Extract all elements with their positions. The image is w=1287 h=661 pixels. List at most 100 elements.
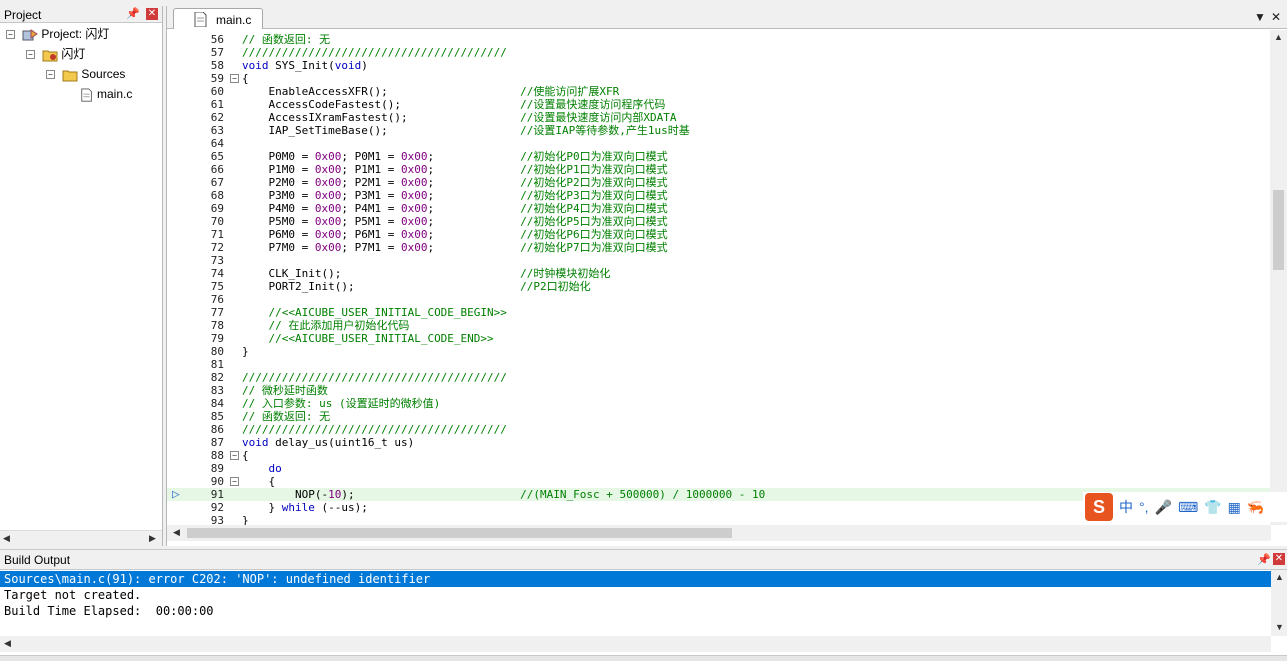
ime-punctuation-icon[interactable]: °,	[1139, 499, 1149, 515]
build-message-error[interactable]: Sources\main.c(91): error C202: 'NOP': u…	[0, 571, 1271, 587]
code-line[interactable]: 59−{	[167, 72, 1271, 85]
code-line[interactable]: 56 // 函数返回: 无	[167, 33, 1271, 46]
code-line[interactable]: 71 P6M0 = 0x00; P6M1 = 0x00; //初始化P6口为准双…	[167, 228, 1271, 241]
ime-chinese-mode-icon[interactable]: 中	[1119, 497, 1133, 517]
collapse-icon[interactable]: −	[26, 50, 35, 60]
scroll-left-icon[interactable]: ◀	[173, 527, 180, 538]
pin-icon[interactable]: 📌	[126, 7, 140, 20]
code-line[interactable]: 90− {	[167, 475, 1271, 488]
line-number: 87	[210, 436, 224, 449]
code-line[interactable]: 77 //<<AICUBE_USER_INITIAL_CODE_BEGIN>>	[167, 306, 1271, 319]
scroll-down-icon[interactable]: ▼	[1275, 622, 1284, 632]
build-vertical-scrollbar[interactable]: ▲ ▼	[1271, 570, 1287, 636]
project-horizontal-scrollbar[interactable]: ◀ ▶	[0, 530, 162, 546]
scrollbar-thumb[interactable]	[187, 528, 732, 538]
code-line[interactable]: 68 P3M0 = 0x00; P3M1 = 0x00; //初始化P3口为准双…	[167, 189, 1271, 202]
scrollbar-thumb[interactable]	[1273, 190, 1284, 270]
close-icon[interactable]: ✕	[1273, 553, 1285, 565]
line-number: 81	[210, 358, 224, 371]
code-line[interactable]: 65 P0M0 = 0x00; P0M1 = 0x00; //初始化P0口为准双…	[167, 150, 1271, 163]
code-line[interactable]: 61 AccessCodeFastest(); //设置最快速度访问程序代码	[167, 98, 1271, 111]
code-line[interactable]: 64	[167, 137, 1271, 150]
tree-item-main-c[interactable]: main.c	[80, 85, 132, 103]
code-line[interactable]: 83 // 微秒延时函数	[167, 384, 1271, 397]
line-number: 58	[210, 59, 224, 72]
code-line[interactable]: 63 IAP_SetTimeBase(); //设置IAP等待参数,产生1us时…	[167, 124, 1271, 137]
tree-item-project[interactable]: − Project: 闪灯	[6, 25, 109, 43]
code-line[interactable]: 58 void SYS_Init(void)	[167, 59, 1271, 72]
scroll-right-icon[interactable]: ▶	[149, 533, 156, 544]
code-line[interactable]: 72 P7M0 = 0x00; P7M1 = 0x00; //初始化P7口为准双…	[167, 241, 1271, 254]
collapse-icon[interactable]: −	[6, 30, 15, 40]
skin-icon[interactable]: 👕	[1204, 499, 1221, 516]
fold-toggle-icon[interactable]: −	[230, 451, 239, 460]
code-line[interactable]: 75 PORT2_Init(); //P2口初始化	[167, 280, 1271, 293]
code-line[interactable]: 78 // 在此添加用户初始化代码	[167, 319, 1271, 332]
code-line[interactable]: 82 //////////////////////////////////////…	[167, 371, 1271, 384]
close-tab-icon[interactable]: ✕	[1271, 10, 1281, 24]
mascot-icon[interactable]: 🦐	[1247, 499, 1264, 516]
code-text: CLK_Init(); //时钟模块初始化	[242, 267, 611, 280]
code-text: // 微秒延时函数	[242, 384, 328, 397]
toolbox-icon[interactable]: ▦	[1228, 499, 1241, 516]
code-line[interactable]: 73	[167, 254, 1271, 267]
tab-main-c[interactable]: main.c	[173, 8, 263, 29]
code-line[interactable]: 80}	[167, 345, 1271, 358]
build-message[interactable]: Build Time Elapsed: 00:00:00	[0, 603, 1271, 619]
build-output-header: Build Output 📌 ✕	[0, 549, 1287, 568]
code-editor[interactable]: main.c ▼ ✕ 56 // 函数返回: 无 57 ///////////////…	[166, 6, 1287, 546]
keyboard-icon[interactable]: ⌨	[1178, 499, 1198, 516]
code-line[interactable]: 70 P5M0 = 0x00; P5M1 = 0x00; //初始化P5口为准双…	[167, 215, 1271, 228]
microphone-icon[interactable]: 🎤	[1155, 499, 1172, 516]
code-text: NOP(-10); //(MAIN_Fosc + 500000) / 10000…	[242, 488, 766, 501]
fold-toggle-icon[interactable]: −	[230, 74, 239, 83]
collapse-icon[interactable]: −	[46, 70, 55, 80]
code-line[interactable]: 87 void delay_us(uint16_t us)	[167, 436, 1271, 449]
line-number: 75	[210, 280, 224, 293]
pin-icon[interactable]: 📌	[1257, 553, 1271, 566]
line-number: 84	[210, 397, 224, 410]
line-number: 60	[210, 85, 224, 98]
code-line[interactable]: 76	[167, 293, 1271, 306]
code-text: }	[242, 345, 249, 358]
scroll-up-icon[interactable]: ▲	[1275, 572, 1284, 582]
tab-list-dropdown-icon[interactable]: ▼	[1254, 10, 1266, 24]
code-text: P1M0 = 0x00; P1M1 = 0x00; //初始化P1口为准双向口模…	[242, 163, 668, 176]
build-output-panel[interactable]: Sources\main.c(91): error C202: 'NOP': u…	[0, 569, 1287, 656]
line-number: 78	[210, 319, 224, 332]
code-line[interactable]: 84 // 入口参数: us (设置延时的微秒值)	[167, 397, 1271, 410]
scroll-left-icon[interactable]: ◀	[4, 638, 11, 649]
tree-item-target[interactable]: − 闪灯	[26, 45, 85, 63]
close-icon[interactable]: ✕	[146, 8, 158, 20]
editor-tab-bar: main.c ▼ ✕	[167, 6, 1287, 29]
editor-vertical-scrollbar[interactable]: ▲	[1270, 30, 1287, 525]
line-number: 56	[210, 33, 224, 46]
code-line[interactable]: 88−{	[167, 449, 1271, 462]
code-line[interactable]: 79 //<<AICUBE_USER_INITIAL_CODE_END>>	[167, 332, 1271, 345]
line-number: 76	[210, 293, 224, 306]
tree-item-sources[interactable]: − Sources	[46, 65, 125, 83]
scroll-up-icon[interactable]: ▲	[1274, 32, 1283, 42]
build-message[interactable]: Target not created.	[0, 587, 1271, 603]
code-line[interactable]: 60 EnableAccessXFR(); //使能访问扩展XFR	[167, 85, 1271, 98]
code-text: // 在此添加用户初始化代码	[268, 319, 410, 332]
code-line[interactable]: 66 P1M0 = 0x00; P1M1 = 0x00; //初始化P1口为准双…	[167, 163, 1271, 176]
code-area[interactable]: 56 // 函数返回: 无 57 //////////////////////////…	[167, 30, 1271, 525]
project-panel: Project 📌 ✕ − Project: 闪灯 − 闪灯 − Sources…	[0, 6, 163, 546]
sogou-logo-icon[interactable]: S	[1085, 493, 1113, 521]
code-line[interactable]: 85 // 函数返回: 无	[167, 410, 1271, 423]
tree-item-label: Sources	[81, 67, 126, 81]
scroll-left-icon[interactable]: ◀	[3, 533, 10, 544]
code-line[interactable]: 67 P2M0 = 0x00; P2M1 = 0x00; //初始化P2口为准双…	[167, 176, 1271, 189]
code-line[interactable]: 69 P4M0 = 0x00; P4M1 = 0x00; //初始化P4口为准双…	[167, 202, 1271, 215]
editor-horizontal-scrollbar[interactable]: ◀	[167, 525, 1271, 541]
code-line[interactable]: 86 //////////////////////////////////////…	[167, 423, 1271, 436]
line-number: 57	[210, 46, 224, 59]
code-line[interactable]: 74 CLK_Init(); //时钟模块初始化	[167, 267, 1271, 280]
fold-toggle-icon[interactable]: −	[230, 477, 239, 486]
code-line[interactable]: 89 do	[167, 462, 1271, 475]
code-line[interactable]: 62 AccessIXramFastest(); //设置最快速度访问内部XDA…	[167, 111, 1271, 124]
code-line[interactable]: 57 //////////////////////////////////////…	[167, 46, 1271, 59]
build-horizontal-scrollbar[interactable]: ◀	[0, 636, 1271, 652]
code-line[interactable]: 81	[167, 358, 1271, 371]
